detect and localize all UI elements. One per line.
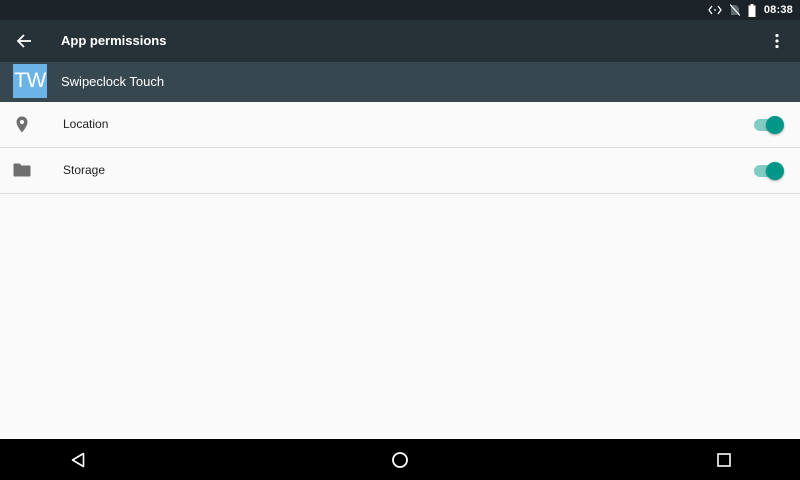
permission-label: Storage: [63, 163, 106, 177]
battery-icon: [748, 3, 756, 17]
status-icons: 08:38: [708, 0, 793, 20]
location-pin-icon: [12, 114, 32, 134]
nav-back-button[interactable]: [65, 447, 91, 473]
app-icon: TW: [13, 64, 47, 98]
permission-list: Location Storage: [0, 102, 800, 194]
status-time: 08:38: [763, 4, 793, 16]
toggle-thumb: [766, 116, 784, 134]
code-arrows-icon: [708, 5, 722, 15]
recents-square-icon: [717, 453, 731, 467]
overflow-menu-button[interactable]: [762, 26, 792, 56]
location-toggle[interactable]: [754, 115, 784, 135]
arrow-back-icon: [16, 33, 32, 49]
back-button[interactable]: [9, 26, 39, 56]
home-circle-icon: [391, 451, 409, 469]
more-vert-icon: [775, 33, 779, 49]
nav-recents-button[interactable]: [711, 447, 737, 473]
back-triangle-icon: [71, 452, 85, 468]
no-sim-icon: [729, 4, 740, 16]
permission-row-storage[interactable]: Storage: [0, 148, 800, 194]
toggle-thumb: [766, 162, 784, 180]
permission-label: Location: [63, 117, 109, 131]
screen: 08:38 App permissions TW Swipeclock Touc…: [0, 0, 800, 480]
status-bar: 08:38: [0, 0, 800, 20]
navigation-bar: [0, 439, 800, 480]
page-title: App permissions: [61, 33, 167, 48]
storage-toggle[interactable]: [754, 161, 784, 181]
nav-home-button[interactable]: [387, 447, 413, 473]
permission-row-location[interactable]: Location: [0, 102, 800, 148]
folder-icon: [12, 160, 32, 180]
app-header: TW Swipeclock Touch: [0, 62, 800, 102]
app-name: Swipeclock Touch: [61, 74, 165, 89]
toolbar: App permissions: [0, 20, 800, 62]
